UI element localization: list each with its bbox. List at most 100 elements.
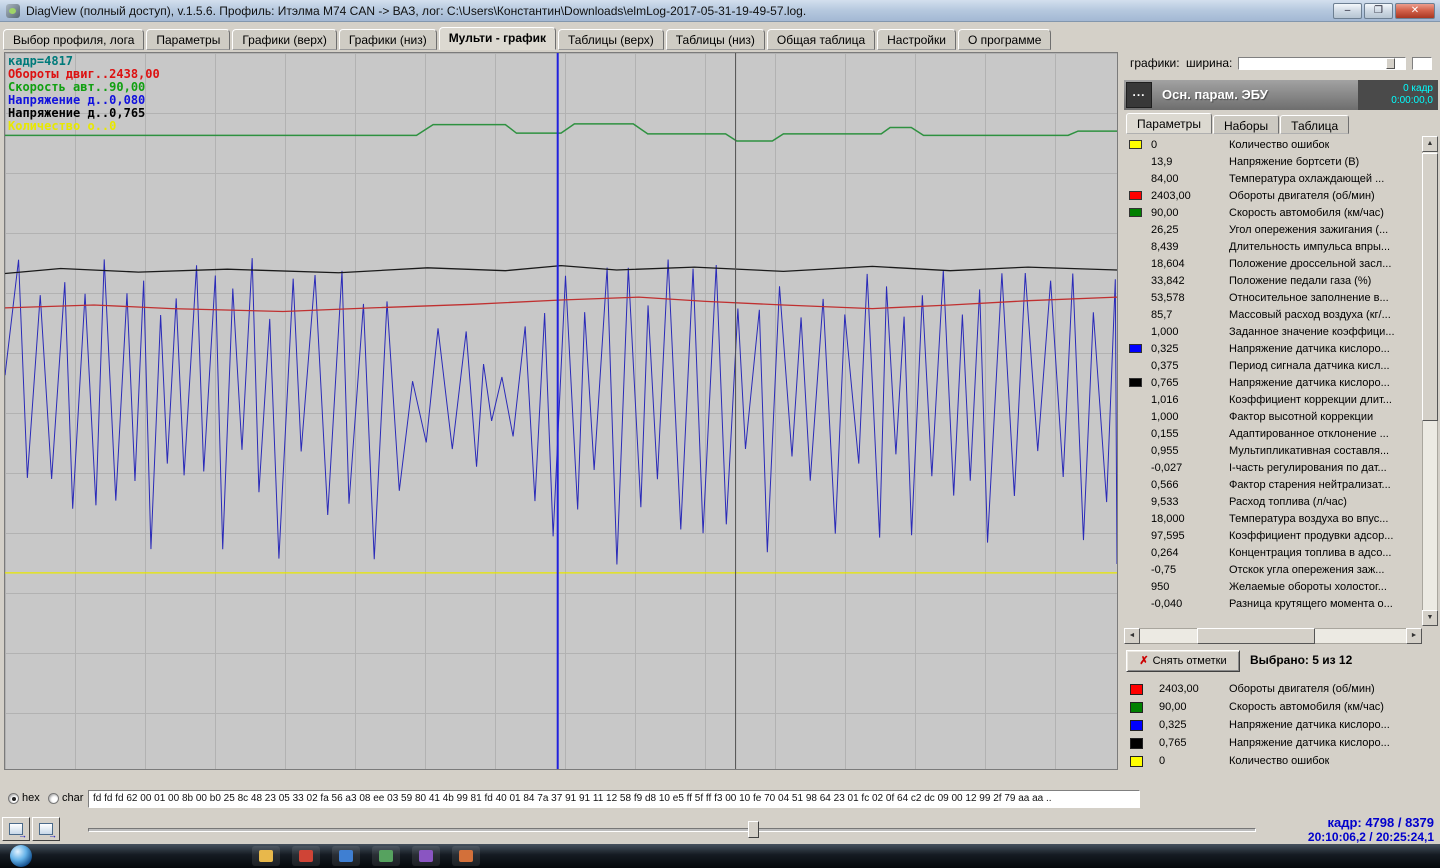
taskbar-app-icon[interactable] (332, 846, 360, 866)
param-value: 0,155 (1151, 427, 1179, 440)
title-bar[interactable]: DiagView (полный доступ), v.1.5.6. Профи… (0, 0, 1440, 22)
main-tab-1[interactable]: Выбор профиля, лога (3, 29, 145, 50)
color-swatch (1129, 548, 1142, 557)
param-label: Скорость автомобиля (км/час) (1229, 701, 1384, 713)
parameter-row[interactable]: 1,016 Коэффициент коррекции длит... (1124, 391, 1422, 408)
parameter-row[interactable]: 53,578 Относительное заполнение в... (1124, 289, 1422, 306)
parameter-row[interactable]: 8,439 Длительность импульса впры... (1124, 238, 1422, 255)
maximize-button[interactable]: ❐ (1364, 3, 1393, 19)
main-tab-8[interactable]: Общая таблица (766, 29, 876, 50)
minimize-button[interactable]: – (1333, 3, 1362, 19)
param-value: 0,375 (1151, 359, 1179, 372)
width-slider-thumb[interactable] (1386, 58, 1395, 69)
frame-slider-thumb[interactable] (748, 821, 759, 838)
hex-radio-dot[interactable] (8, 792, 19, 804)
frame-info: кадр: 4798 / 8379 20:10:06,2 / 20:25:24,… (1307, 816, 1434, 845)
taskbar-app-icon[interactable] (452, 846, 480, 866)
vertical-scroll-thumb[interactable] (1422, 153, 1438, 421)
parameter-row[interactable]: 1,000 Заданное значение коэффици... (1124, 323, 1422, 340)
main-tab-10[interactable]: О программе (957, 29, 1052, 50)
frame-time-text: 20:10:06,2 / 20:25:24,1 (1307, 830, 1434, 844)
parameter-row[interactable]: 0,955 Мультипликативная составля... (1124, 442, 1422, 459)
width-slider[interactable] (1238, 57, 1406, 70)
parameter-row[interactable]: 0,765 Напряжение датчика кислоро... (1124, 374, 1422, 391)
export-table-button[interactable] (2, 817, 30, 841)
color-swatch (1129, 565, 1142, 574)
export-log-button[interactable] (32, 817, 60, 841)
color-swatch (1129, 174, 1142, 183)
taskbar-app-icon[interactable] (252, 846, 280, 866)
horizontal-scroll-thumb[interactable] (1197, 628, 1315, 644)
parameter-row[interactable]: 18,000 Температура воздуха во впус... (1124, 510, 1422, 527)
hex-radio[interactable]: hex (8, 792, 40, 804)
panel-title: Осн. парам. ЭБУ (1162, 87, 1268, 102)
parameter-row[interactable]: 0,325 Напряжение датчика кислоро... (1124, 340, 1422, 357)
vertical-scrollbar[interactable]: ▲ ▼ (1422, 136, 1438, 626)
selected-parameter-row[interactable]: 0,325 Напряжение датчика кислоро... (1124, 716, 1438, 734)
main-tab-5[interactable]: Мульти - график (438, 27, 556, 50)
parameter-row[interactable]: -0,040 Разница крутящего момента о... (1124, 595, 1422, 612)
param-value: 26,25 (1151, 223, 1179, 236)
windows-taskbar[interactable] (0, 844, 1440, 868)
parameter-row[interactable]: 85,7 Массовый расход воздуха (кг/... (1124, 306, 1422, 323)
param-label: Скорость автомобиля (км/час) (1229, 206, 1384, 219)
parameter-row[interactable]: 1,000 Фактор высотной коррекции (1124, 408, 1422, 425)
parameter-row[interactable]: 2403,00 Обороты двигателя (об/мин) (1124, 187, 1422, 204)
close-button[interactable]: ✕ (1395, 3, 1435, 19)
clear-marks-button[interactable]: ✗ Снять отметки (1126, 650, 1240, 672)
parameter-row[interactable]: 97,595 Коэффициент продувки адсор... (1124, 527, 1422, 544)
param-value: 0,566 (1151, 478, 1179, 491)
parameter-row[interactable]: 0,264 Концентрация топлива в адсо... (1124, 544, 1422, 561)
char-radio-dot[interactable] (48, 792, 59, 804)
panel-tab-3[interactable]: Таблица (1280, 115, 1350, 134)
parameter-row[interactable]: -0,75 Отскок угла опережения заж... (1124, 561, 1422, 578)
parameter-row[interactable]: 26,25 Угол опережения зажигания (... (1124, 221, 1422, 238)
main-tab-6[interactable]: Таблицы (верх) (557, 29, 664, 50)
frame-time-display: 0 кадр 0:00:00,0 (1358, 80, 1438, 110)
main-tab-3[interactable]: Графики (верх) (232, 29, 337, 50)
main-tab-7[interactable]: Таблицы (низ) (665, 29, 765, 50)
selected-parameter-row[interactable]: 2403,00 Обороты двигателя (об/мин) (1124, 680, 1438, 698)
multi-graph-chart[interactable]: кадр=4817 Обороты двиг..2438,00 Скорость а… (4, 52, 1118, 770)
main-tab-4[interactable]: Графики (низ) (338, 29, 437, 50)
selected-parameter-row[interactable]: 0 Количество ошибок (1124, 752, 1438, 770)
parameter-row[interactable]: 0,155 Адаптированное отклонение ... (1124, 425, 1422, 442)
scroll-left-icon[interactable]: ◄ (1124, 628, 1140, 644)
parameter-row[interactable]: 0,375 Период сигнала датчика кисл... (1124, 357, 1422, 374)
parameter-row[interactable]: 84,00 Температура охлаждающей ... (1124, 170, 1422, 187)
main-tab-9[interactable]: Настройки (877, 29, 956, 50)
horizontal-scrollbar[interactable]: ◄ ► (1124, 628, 1422, 644)
scroll-up-icon[interactable]: ▲ (1422, 136, 1438, 152)
taskbar-app-icon[interactable] (372, 846, 400, 866)
param-label: Обороты двигателя (об/мин) (1229, 189, 1375, 202)
param-value: 0,765 (1159, 737, 1187, 749)
hex-data-field[interactable]: fd fd fd 62 00 01 00 8b 00 b0 25 8c 48 2… (88, 790, 1140, 808)
color-swatch (1129, 531, 1142, 540)
frame-slider-track[interactable] (88, 828, 1256, 832)
taskbar-app-icon[interactable] (292, 846, 320, 866)
scroll-down-icon[interactable]: ▼ (1422, 610, 1438, 626)
panel-tab-2[interactable]: Наборы (1212, 115, 1280, 134)
parameter-row[interactable]: -0,027 I-часть регулирования по дат... (1124, 459, 1422, 476)
selected-parameter-row[interactable]: 0,765 Напряжение датчика кислоро... (1124, 734, 1438, 752)
chart-legend-line: Количество о..0 (8, 119, 117, 133)
parameter-row[interactable]: 33,842 Положение педали газа (%) (1124, 272, 1422, 289)
width-value-box[interactable] (1412, 57, 1432, 70)
panel-menu-button[interactable]: ... (1126, 82, 1152, 108)
char-radio[interactable]: char (48, 792, 83, 804)
parameter-row[interactable]: 90,00 Скорость автомобиля (км/час) (1124, 204, 1422, 221)
parameter-row[interactable]: 9,533 Расход топлива (л/час) (1124, 493, 1422, 510)
parameter-row[interactable]: 0,566 Фактор старения нейтрализат... (1124, 476, 1422, 493)
start-button[interactable] (10, 845, 32, 867)
taskbar-app-icon[interactable] (412, 846, 440, 866)
scroll-right-icon[interactable]: ► (1406, 628, 1422, 644)
parameter-row[interactable]: 13,9 Напряжение бортсети (В) (1124, 153, 1422, 170)
frame-position-slider[interactable] (88, 821, 1256, 838)
param-value: -0,75 (1151, 563, 1177, 576)
parameter-row[interactable]: 950 Желаемые обороты холостог... (1124, 578, 1422, 595)
selected-parameter-row[interactable]: 90,00 Скорость автомобиля (км/час) (1124, 698, 1438, 716)
panel-tab-1[interactable]: Параметры (1126, 113, 1212, 134)
main-tab-2[interactable]: Параметры (146, 29, 231, 50)
parameter-row[interactable]: 18,604 Положение дроссельной засл... (1124, 255, 1422, 272)
parameter-row[interactable]: 0 Количество ошибок (1124, 136, 1422, 153)
